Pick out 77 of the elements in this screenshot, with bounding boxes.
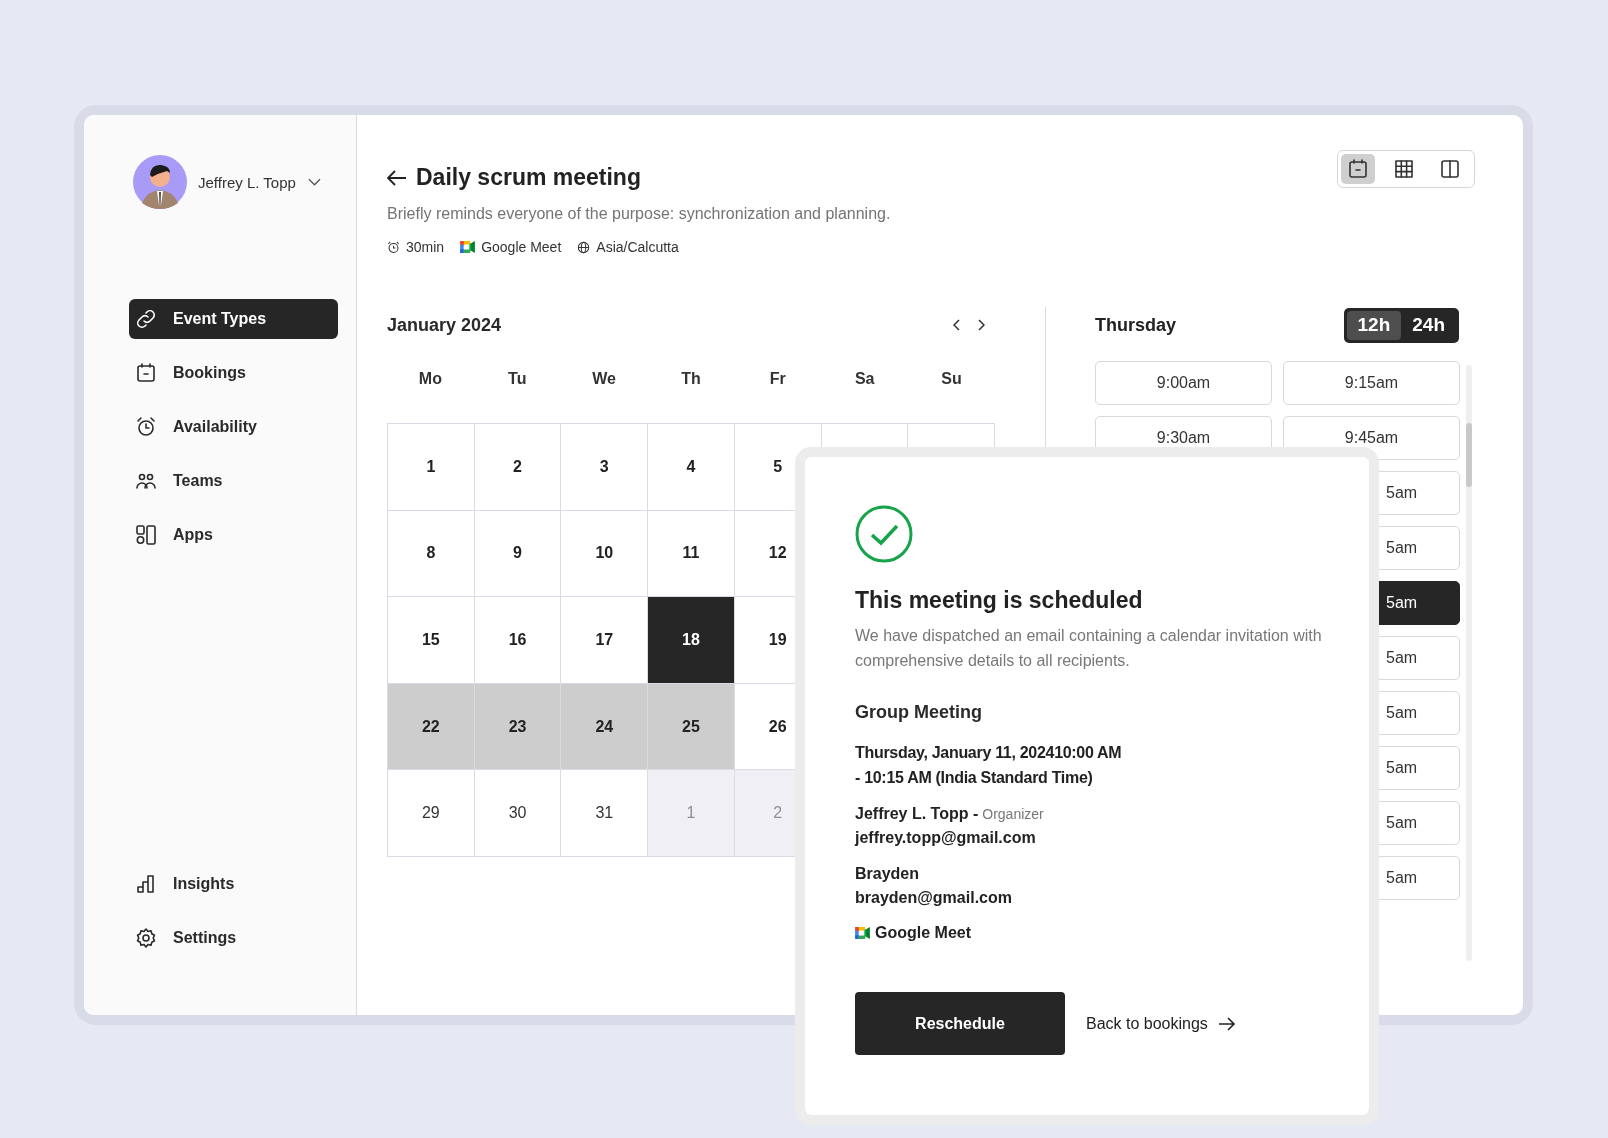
calendar-day[interactable]: 22	[388, 683, 475, 771]
nav-item[interactable]: Teams	[129, 461, 338, 501]
weekday-label: Mo	[417, 370, 443, 389]
event-detail: 30min	[406, 239, 445, 255]
attendee-name: Jeffrey L. Topp -	[855, 805, 979, 822]
settings-icon	[135, 927, 157, 949]
calendar-day[interactable]: 29	[388, 770, 475, 857]
event-detail: Google Meet	[481, 239, 562, 255]
globe-icon	[577, 240, 591, 254]
avatar[interactable]	[133, 155, 187, 209]
attendee-name: Brayden	[855, 865, 920, 882]
weekday-label: Th	[680, 370, 702, 389]
calendar-day[interactable]: 18	[648, 597, 735, 684]
calendar-icon	[135, 362, 157, 384]
columns-icon	[1439, 158, 1461, 180]
meeting-time: Thursday, January 11, 202410:00 AM - 10:15 AM (India Standard Time)	[855, 743, 1123, 788]
alarm-clock-icon	[387, 240, 400, 254]
back-arrow-icon[interactable]	[387, 169, 407, 186]
month-title: January 2024	[387, 314, 502, 336]
time-format-option[interactable]: 24h	[1401, 310, 1456, 340]
apps-icon	[135, 524, 157, 546]
link-icon	[135, 308, 157, 330]
nav-item[interactable]: Availability	[129, 407, 338, 447]
weekday-label: Su	[940, 370, 963, 389]
calendar-day[interactable]: 16	[474, 597, 562, 684]
event-title: Daily scrum meeting	[416, 164, 641, 191]
scrollbar-thumb[interactable]	[1466, 423, 1472, 487]
calendar-day[interactable]: 2	[474, 424, 562, 511]
bar-chart-icon	[135, 873, 157, 895]
weekday-label: Fr	[768, 370, 787, 389]
event-detail: Asia/Calcutta	[596, 239, 679, 255]
next-month-icon[interactable]	[977, 319, 985, 331]
calendar-day[interactable]: 10	[561, 510, 649, 598]
calendar-day[interactable]: 8	[388, 510, 475, 598]
check-circle-icon	[855, 505, 913, 563]
event-description: Briefly reminds everyone of the purpose: synchronization and planning.	[387, 205, 891, 223]
calendar-day[interactable]: 1	[388, 424, 475, 511]
back-to-bookings-link[interactable]: Back to bookings	[1086, 1014, 1236, 1033]
video-camera-icon	[855, 927, 870, 939]
attendee-email: brayden@gmail.com	[855, 888, 1013, 908]
nav-item[interactable]: Bookings	[129, 353, 338, 393]
video-camera-icon	[460, 241, 476, 253]
attendee-email: jeffrey.topp@gmail.com	[855, 828, 1037, 848]
time-slot[interactable]: 9:00am	[1095, 361, 1272, 405]
calendar-day[interactable]: 24	[561, 683, 649, 771]
calendar-day[interactable]: 3	[561, 424, 649, 511]
attendee-role: Organizer	[982, 806, 1044, 822]
calendar-icon	[1347, 158, 1369, 180]
grid-icon	[1393, 158, 1415, 180]
day-title: Thursday	[1095, 314, 1177, 336]
weekday-label: Tu	[507, 370, 528, 389]
nav-item[interactable]: Event Types	[129, 299, 338, 339]
calendar-day[interactable]: 15	[388, 597, 475, 684]
time-format-option[interactable]: 12h	[1346, 310, 1402, 340]
meeting-name: Group Meeting	[855, 702, 983, 723]
calendar-day[interactable]: 4	[648, 424, 735, 511]
arrow-right-icon	[1217, 1016, 1236, 1031]
nav-item[interactable]: Insights	[129, 864, 338, 904]
view-button[interactable]	[1341, 154, 1375, 184]
weekday-label: We	[591, 370, 617, 389]
previous-month-icon[interactable]	[953, 319, 961, 331]
calendar-day[interactable]: 23	[474, 683, 562, 771]
user-name[interactable]: Jeffrey L. Topp	[198, 173, 296, 191]
dialog-title: This meeting is scheduled	[855, 587, 1144, 614]
alarm-clock-icon	[135, 416, 157, 438]
calendar-day[interactable]: 9	[474, 510, 562, 598]
meeting-location: Google Meet	[875, 924, 971, 942]
weekday-label: Sa	[853, 370, 876, 389]
calendar-day[interactable]: 25	[648, 683, 735, 771]
dialog-message: We have dispatched an email containing a calendar invitation with comprehensive details to all recipients.	[855, 626, 1323, 671]
nav-item[interactable]: Apps	[129, 515, 338, 555]
nav-item[interactable]: Settings	[129, 918, 338, 958]
time-slot[interactable]: 9:15am	[1283, 361, 1460, 405]
chevron-down-icon[interactable]	[307, 178, 321, 186]
calendar-day[interactable]: 30	[474, 770, 562, 857]
scrollbar[interactable]	[1466, 365, 1472, 961]
reschedule-button[interactable]: Reschedule	[855, 992, 1065, 1055]
